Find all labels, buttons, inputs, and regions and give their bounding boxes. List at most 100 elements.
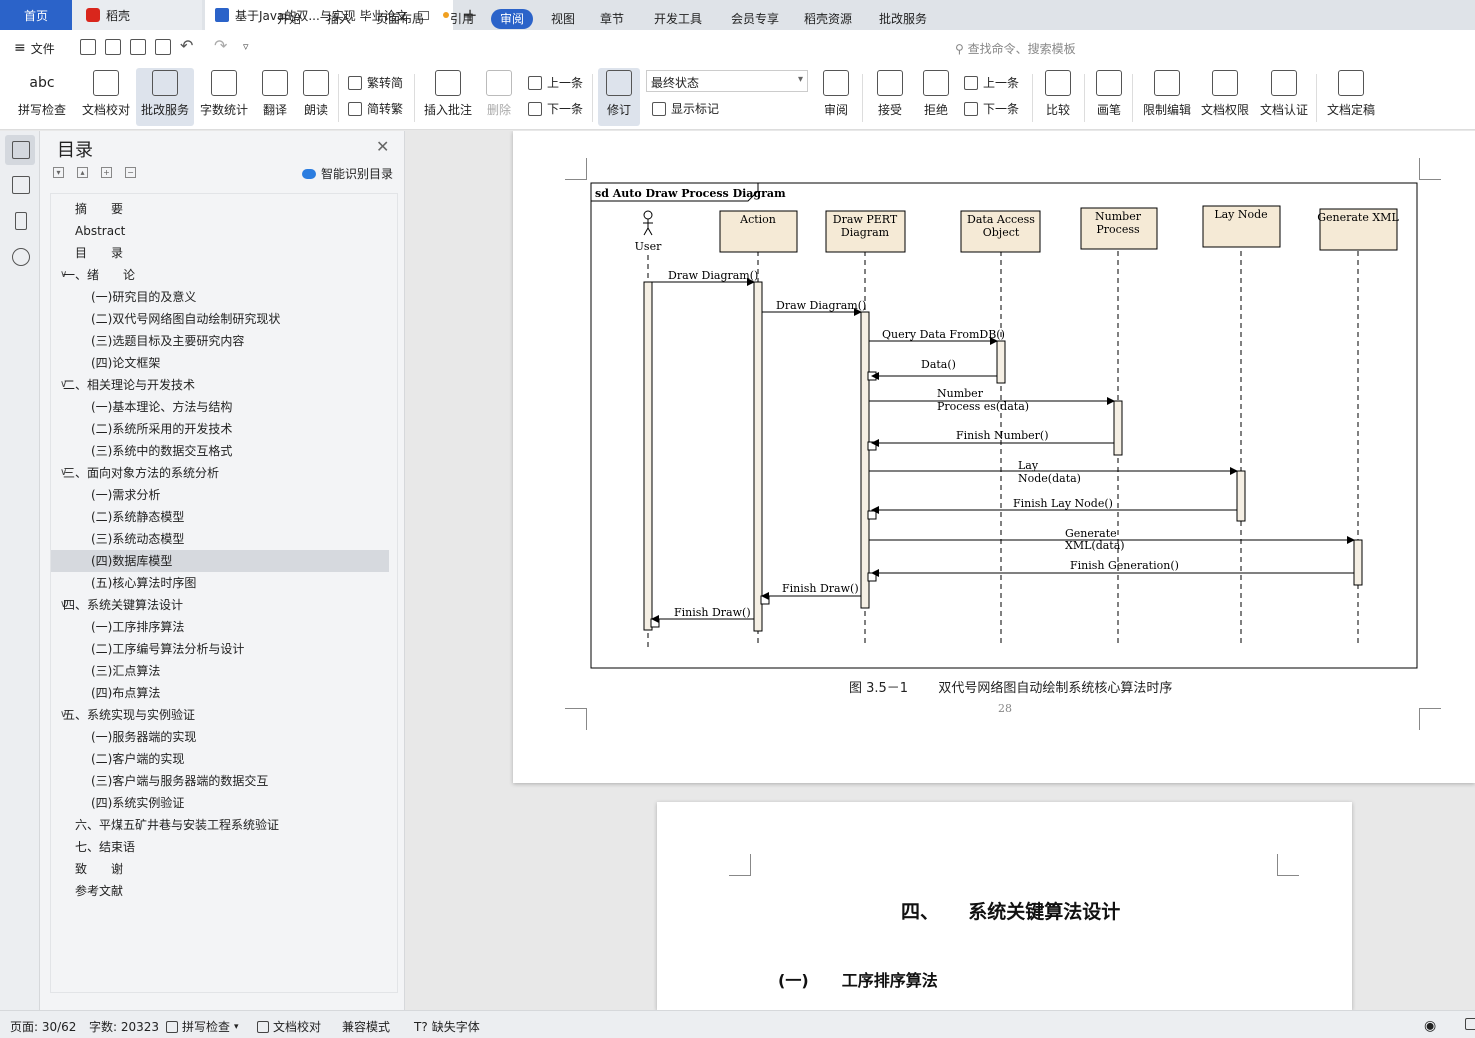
smart-toc-button[interactable]: 智能识别目录 [302, 165, 393, 182]
collapse-all-icon[interactable]: ▾ [53, 167, 64, 178]
tab-home[interactable]: 首页 [0, 0, 72, 30]
toc-item[interactable]: (一)服务器端的实现 [51, 726, 389, 748]
word-count-button[interactable]: 字数统计 [199, 70, 249, 118]
menu-tab-9[interactable]: 稻壳资源 [800, 9, 856, 29]
add-level-icon[interactable]: + [101, 167, 112, 178]
bookmark-icon[interactable] [15, 212, 27, 230]
menu-tab-5[interactable]: 视图 [547, 9, 579, 29]
prev-change-button[interactable]: 上一条 [964, 74, 1019, 91]
menu-tab-7[interactable]: 开发工具 [650, 9, 706, 29]
toc-item[interactable]: (三)系统动态模型 [51, 528, 389, 550]
review-service-button[interactable]: 批改服务 [136, 68, 194, 126]
toc-item[interactable]: 目 录 [51, 242, 389, 264]
menu-tab-10[interactable]: 批改服务 [875, 9, 931, 29]
menu-tab-3[interactable]: 引用 [446, 9, 478, 29]
toc-item[interactable]: (二)双代号网络图自动绘制研究现状 [51, 308, 389, 330]
translate-button[interactable]: 翻译 [257, 70, 293, 118]
toc-item[interactable]: ∨ 四、系统关键算法设计 [51, 594, 389, 616]
prev-comment-button[interactable]: 上一条 [528, 74, 583, 91]
spell-check-status[interactable]: 拼写检查 ▾ [166, 1018, 239, 1035]
menu-tab-8[interactable]: 会员专享 [727, 9, 783, 29]
print-preview-icon[interactable] [155, 39, 171, 55]
proofread-icon [93, 70, 119, 96]
insert-comment-button[interactable]: 插入批注 [424, 70, 472, 118]
reject-button[interactable]: 拒绝 [918, 70, 954, 118]
pen-button[interactable]: 画笔 [1094, 70, 1124, 118]
accept-button[interactable]: 接受 [872, 70, 908, 118]
toc-item[interactable]: (一)需求分析 [51, 484, 389, 506]
toc-item[interactable]: (二)客户端的实现 [51, 748, 389, 770]
finalize-button[interactable]: 文档定稿 [1322, 70, 1380, 118]
document-canvas[interactable]: sd Auto Draw Process Diagram User Action… [406, 131, 1475, 1010]
toc-item[interactable]: 六、平煤五矿井巷与安装工程系统验证 [51, 814, 389, 836]
doc-certify-button[interactable]: 文档认证 [1259, 70, 1309, 118]
toc-item[interactable]: (一)研究目的及意义 [51, 286, 389, 308]
view-mode-icon[interactable] [1465, 1018, 1475, 1030]
menu-tab-1[interactable]: 插入 [323, 9, 355, 29]
search-icon[interactable] [12, 248, 30, 266]
page-indicator[interactable]: 页面: 30/62 [10, 1018, 76, 1035]
save-icon[interactable] [80, 39, 96, 55]
toc-item[interactable]: ∨ 二、相关理论与开发技术 [51, 374, 389, 396]
file-menu-button[interactable]: ≡ 文件 [14, 30, 55, 66]
toc-item[interactable]: ∨ 五、系统实现与实例验证 [51, 704, 389, 726]
toc-item[interactable]: 七、结束语 [51, 836, 389, 858]
close-icon[interactable]: ✕ [376, 137, 389, 156]
next-comment-button[interactable]: 下一条 [528, 100, 583, 117]
word-count-indicator[interactable]: 字数: 20323 [89, 1018, 159, 1035]
toc-item[interactable]: 摘 要 [51, 198, 389, 220]
toc-item[interactable]: (一)工序排序算法 [51, 616, 389, 638]
remove-level-icon[interactable]: − [125, 167, 136, 178]
toc-item[interactable]: (一)基本理论、方法与结构 [51, 396, 389, 418]
compare-button[interactable]: 比较 [1040, 70, 1076, 118]
simp-to-trad-button[interactable]: 简转繁 [348, 100, 403, 117]
toc-item-label: (二)系统所采用的开发技术 [91, 422, 233, 436]
toc-item[interactable]: ∨ 三、面向对象方法的系统分析 [51, 462, 389, 484]
menu-tab-6[interactable]: 章节 [596, 9, 628, 29]
toc-item[interactable]: 参考文献 [51, 880, 389, 902]
tab-daoke[interactable]: 稻壳 [72, 0, 202, 30]
menu-tab-0[interactable]: 开始 [273, 9, 305, 29]
restrict-edit-button[interactable]: 限制编辑 [1142, 70, 1192, 118]
next-change-button[interactable]: 下一条 [964, 100, 1019, 117]
read-aloud-button[interactable]: 朗读 [302, 70, 330, 118]
toc-item[interactable]: ∨ 一、绪 论 [51, 264, 389, 286]
toc-item[interactable]: (五)核心算法时序图 [51, 572, 389, 594]
trad-to-simp-button[interactable]: 繁转简 [348, 74, 403, 91]
expand-up-icon[interactable]: ▴ [77, 167, 88, 178]
show-marks-button[interactable]: 显示标记 [652, 100, 719, 117]
toc-item[interactable]: 致 谢 [51, 858, 389, 880]
proofread-button[interactable]: 文档校对 [80, 70, 132, 118]
proofread-status[interactable]: 文档校对 [257, 1018, 321, 1035]
menu-tab-4[interactable]: 审阅 [491, 9, 534, 29]
doc-permission-button[interactable]: 文档权限 [1200, 70, 1250, 118]
menu-tab-2[interactable]: 页面布局 [372, 9, 428, 29]
toc-item[interactable]: (二)工序编号算法分析与设计 [51, 638, 389, 660]
toc-item[interactable]: (四)系统实例验证 [51, 792, 389, 814]
undo-icon[interactable]: ↶ [180, 36, 193, 55]
markup-status-select[interactable]: 最终状态 [646, 70, 808, 92]
print-icon[interactable] [130, 39, 146, 55]
delete-comment-button[interactable]: 删除 [482, 70, 516, 118]
missing-font-button[interactable]: T? 缺失字体 [414, 1018, 480, 1035]
toc-item[interactable]: (三)汇点算法 [51, 660, 389, 682]
toc-item[interactable]: (三)客户端与服务器端的数据交互 [51, 770, 389, 792]
review-pane-button[interactable]: 审阅 [818, 70, 854, 118]
toc-item[interactable]: (四)布点算法 [51, 682, 389, 704]
toc-item-label: (一)服务器端的实现 [91, 730, 197, 744]
toc-item[interactable]: Abstract [51, 220, 389, 242]
toc-item[interactable]: (四)论文框架 [51, 352, 389, 374]
eye-protect-icon[interactable]: ◉ [1424, 1018, 1436, 1034]
toc-item[interactable]: (三)系统中的数据交互格式 [51, 440, 389, 462]
redo-icon[interactable]: ↷ [214, 36, 227, 55]
toc-item[interactable]: (三)选题目标及主要研究内容 [51, 330, 389, 352]
quick-access-dropdown-icon[interactable]: ▿ [243, 40, 249, 53]
track-changes-button[interactable]: 修订 [598, 68, 640, 126]
toc-item[interactable]: (二)系统静态模型 [51, 506, 389, 528]
spell-check-button[interactable]: abc 拼写检查 [12, 70, 72, 118]
toc-item[interactable]: (四)数据库模型 [51, 550, 389, 572]
outline-icon[interactable] [12, 176, 30, 194]
toc-item[interactable]: (二)系统所采用的开发技术 [51, 418, 389, 440]
command-search[interactable]: ⚲ 查找命令、搜索模板 [955, 40, 1076, 57]
export-icon[interactable] [105, 39, 121, 55]
